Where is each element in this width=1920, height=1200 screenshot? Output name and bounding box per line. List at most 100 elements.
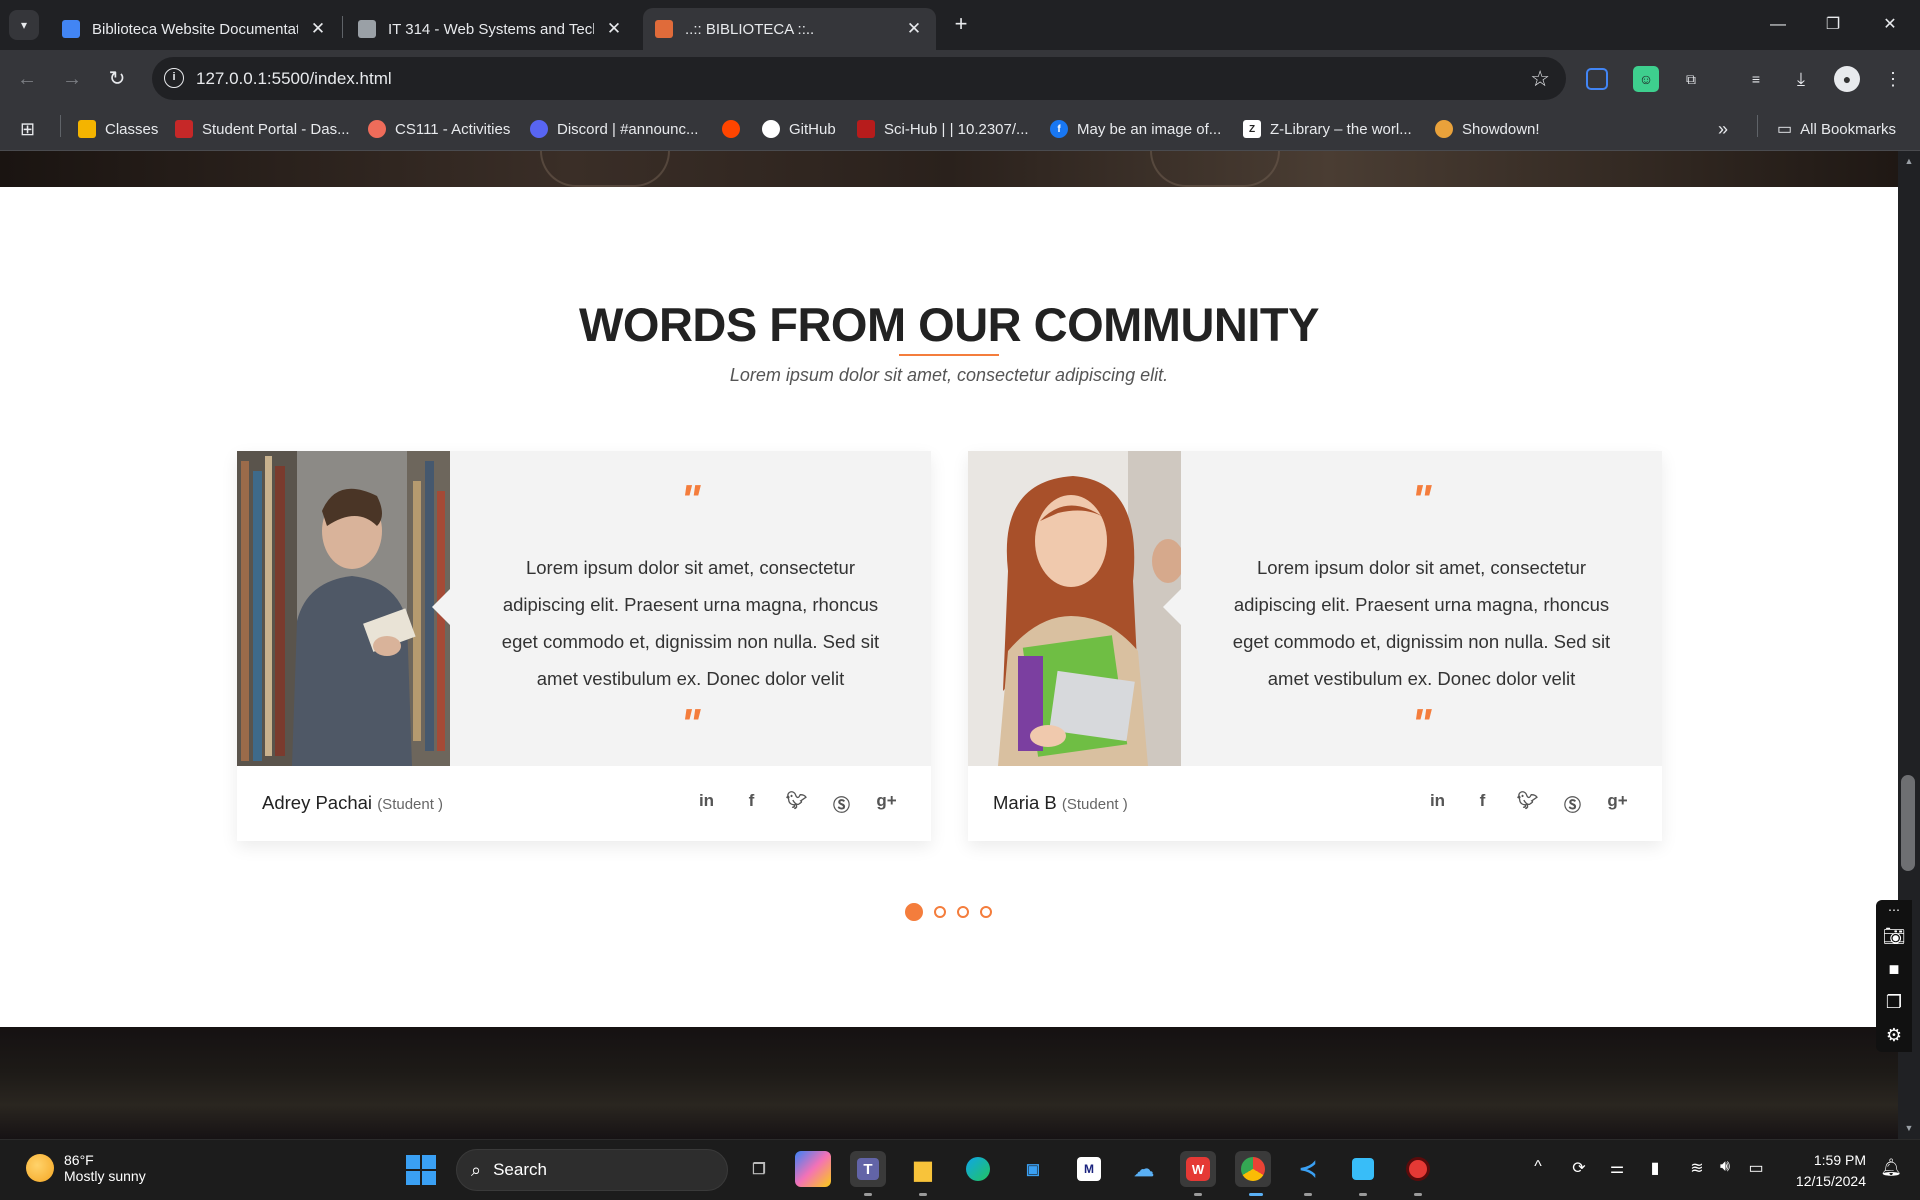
chevron-up-icon[interactable]: ^ (1524, 1158, 1552, 1176)
more-bookmarks-chevron-icon[interactable]: » (1718, 117, 1728, 141)
gear-icon[interactable]: ⚙ (1876, 1019, 1912, 1052)
start-button[interactable] (406, 1155, 436, 1185)
capture-menu-icon[interactable]: ⋯ (1876, 900, 1912, 920)
facebook-icon[interactable]: f (1460, 791, 1505, 816)
sync-icon[interactable]: ⟳ (1565, 1158, 1593, 1178)
site-info-icon[interactable]: i (164, 68, 184, 88)
scroll-up-arrow[interactable]: ▲ (1902, 156, 1916, 166)
bookmark-label: Classes (105, 120, 159, 138)
profile-avatar[interactable]: ● (1834, 66, 1860, 92)
system-clock[interactable]: 1:59 PM 12/15/2024 (1796, 1150, 1866, 1192)
google-plus-icon[interactable]: g+ (1595, 791, 1640, 816)
download-icon[interactable]: ⤓ (1788, 66, 1814, 92)
address-bar[interactable]: i 127.0.0.1:5500/index.html ☆ (152, 57, 1566, 100)
facebook-icon[interactable]: f (729, 791, 774, 816)
tab-it314[interactable]: IT 314 - Web Systems and Techn ✕ (346, 8, 636, 50)
battery-icon[interactable]: ▭ (1742, 1158, 1770, 1178)
cloud-icon[interactable]: ☁ (1126, 1151, 1162, 1187)
weather-widget[interactable]: 86°F Mostly sunny (26, 1152, 146, 1184)
scroll-down-arrow[interactable]: ▼ (1902, 1123, 1916, 1133)
teams-icon[interactable]: T (850, 1151, 886, 1187)
testimonial-author: Maria B (Student ) (993, 792, 1128, 814)
tab-strip: ▾ Biblioteca Website Documentat ✕ IT 314… (0, 0, 1920, 50)
weather-temperature: 86°F (64, 1152, 94, 1168)
extension-face-icon[interactable]: ☺ (1633, 66, 1659, 92)
testimonial-author: Adrey Pachai (Student ) (262, 792, 443, 814)
forward-button[interactable]: → (57, 64, 87, 94)
linkedin-icon[interactable]: in (684, 791, 729, 816)
bookmark-student-portal[interactable]: Student Portal - Das... (175, 117, 350, 141)
bookmark-showdown[interactable]: Showdown! (1435, 117, 1540, 141)
camera-icon[interactable]: 📷︎ (1876, 920, 1912, 953)
reload-button[interactable]: ↻ (102, 64, 132, 94)
bookmark-classes[interactable]: Classes (78, 117, 158, 141)
twitter-icon[interactable]: 🐦︎ (774, 791, 819, 816)
chart-icon[interactable]: ▮ (1641, 1158, 1669, 1178)
close-icon[interactable]: ✕ (308, 19, 328, 39)
store-icon[interactable]: ▣ (1015, 1151, 1051, 1187)
sun-icon (26, 1154, 54, 1182)
task-view-icon[interactable]: ❐ (741, 1151, 777, 1187)
chrome-icon[interactable] (1235, 1151, 1271, 1187)
sliders-icon[interactable]: ⚌ (1603, 1158, 1631, 1178)
url-text[interactable]: 127.0.0.1:5500/index.html (196, 69, 392, 89)
wifi-icon[interactable]: ≋ (1683, 1158, 1711, 1178)
google-plus-icon[interactable]: g+ (864, 791, 909, 816)
m365-icon[interactable]: M (1071, 1151, 1107, 1187)
carousel-dot[interactable] (980, 906, 992, 918)
taskbar-search[interactable]: ⌕ Search (456, 1149, 728, 1191)
menu-kebab-icon[interactable]: ⋮ (1880, 66, 1906, 92)
author-name: Adrey Pachai (262, 792, 373, 813)
bookmark-star-icon[interactable]: ☆ (1530, 66, 1550, 92)
close-icon[interactable]: ✕ (604, 19, 624, 39)
minimize-button[interactable]: — (1758, 10, 1798, 40)
apps-grid-icon[interactable]: ⊞ (20, 117, 35, 141)
bookmark-label: CS111 - Activities (395, 120, 511, 138)
media-controls-icon[interactable]: ≡ (1743, 66, 1769, 92)
window-capture-icon[interactable]: ❐ (1876, 986, 1912, 1019)
carousel-dot[interactable] (957, 906, 969, 918)
speaker-icon[interactable]: 🔊︎ (1711, 1158, 1739, 1176)
bookmark-discord[interactable]: Discord | #announc... (530, 117, 698, 141)
all-bookmarks-folder[interactable]: ▭ All Bookmarks (1777, 117, 1896, 141)
close-window-button[interactable]: ✕ (1870, 10, 1910, 40)
tab-biblioteca[interactable]: ..:: BIBLIOTECA ::.. ✕ (643, 8, 936, 50)
notification-bell-icon[interactable]: 🔔︎ (1880, 1158, 1902, 1178)
bookmark-facebook[interactable]: f May be an image of... (1050, 117, 1221, 141)
linkedin-icon[interactable]: in (1415, 791, 1460, 816)
testimonial-card: " Lorem ipsum dolor sit amet, consectetu… (968, 451, 1662, 841)
bookmark-scihub[interactable]: Sci-Hub | | 10.2307/... (857, 117, 1029, 141)
puzzle-icon[interactable]: ⧉ (1678, 66, 1704, 92)
scroll-thumb[interactable] (1901, 775, 1915, 871)
restore-button[interactable]: ❐ (1813, 10, 1853, 40)
vscode-icon[interactable]: ≺ (1290, 1151, 1326, 1187)
carousel-dot[interactable] (905, 903, 923, 921)
tab-title: Biblioteca Website Documentat (92, 20, 298, 38)
bookmark-github[interactable]: GitHub (762, 117, 836, 141)
paint-icon[interactable] (1345, 1151, 1381, 1187)
carousel-dot[interactable] (934, 906, 946, 918)
copilot-icon[interactable] (795, 1151, 831, 1187)
book-icon (655, 20, 673, 38)
new-tab-button[interactable]: + (948, 12, 974, 38)
record-icon[interactable] (1400, 1151, 1436, 1187)
close-icon[interactable]: ✕ (904, 19, 924, 39)
tab-search-button[interactable]: ▾ (9, 10, 39, 40)
tab-documentation[interactable]: Biblioteca Website Documentat ✕ (50, 8, 340, 50)
testimonial-quote-box: " Lorem ipsum dolor sit amet, consectetu… (1163, 451, 1662, 766)
wps-office-icon[interactable]: W (1180, 1151, 1216, 1187)
video-camera-icon[interactable]: ■ (1876, 953, 1912, 986)
screen-capture-extension-icon[interactable] (1586, 68, 1608, 90)
back-button[interactable]: ← (12, 64, 42, 94)
skype-icon[interactable]: Ⓢ (819, 791, 864, 816)
testimonial-quote-box: " Lorem ipsum dolor sit amet, consectetu… (432, 451, 931, 766)
twitter-icon[interactable]: 🐦︎ (1505, 791, 1550, 816)
bookmark-reddit[interactable] (722, 117, 749, 141)
bookmark-cs111[interactable]: CS111 - Activities (368, 117, 510, 141)
file-explorer-icon[interactable]: ▆ (905, 1151, 941, 1187)
skype-icon[interactable]: Ⓢ (1550, 791, 1595, 816)
bookmark-zlibrary[interactable]: Z Z-Library – the worl... (1243, 117, 1412, 141)
tab-title: IT 314 - Web Systems and Techn (388, 20, 594, 38)
edge-icon[interactable] (960, 1151, 996, 1187)
author-name: Maria B (993, 792, 1057, 813)
